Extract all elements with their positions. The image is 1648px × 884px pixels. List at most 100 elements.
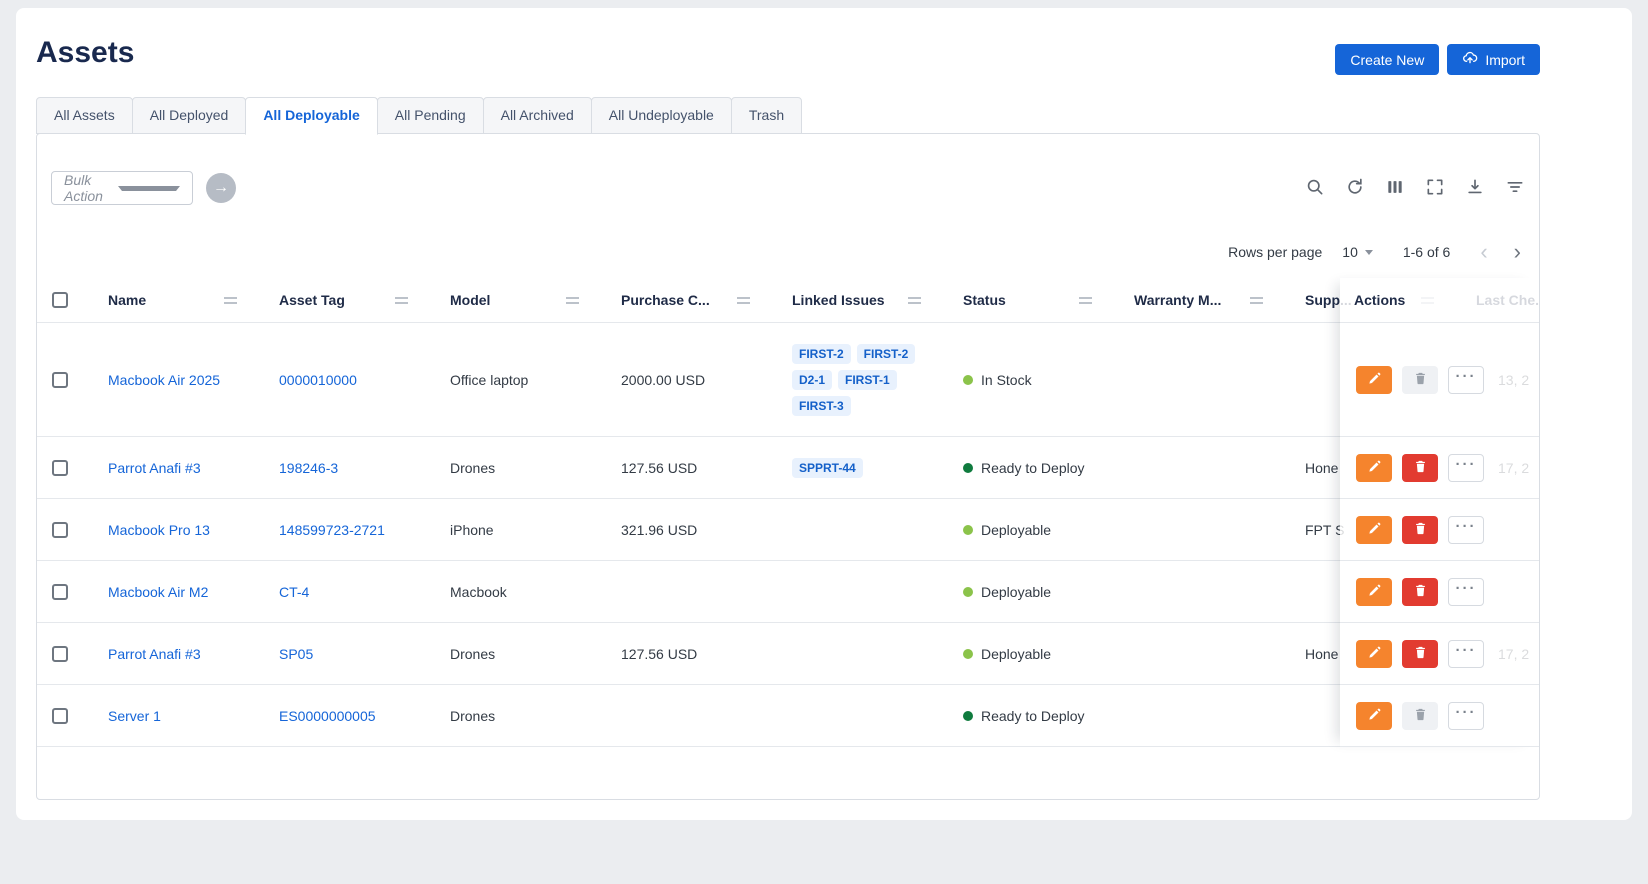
- issue-badge[interactable]: FIRST-1: [838, 370, 897, 390]
- asset-name-link[interactable]: Macbook Air 2025: [108, 372, 220, 388]
- edit-button[interactable]: [1356, 516, 1392, 544]
- column-drag-handle-icon[interactable]: [224, 297, 237, 304]
- issue-badge[interactable]: D2-1: [792, 370, 832, 390]
- row-checkbox[interactable]: [52, 584, 68, 600]
- delete-button[interactable]: [1402, 578, 1438, 606]
- trash-icon: [1413, 707, 1428, 725]
- column-drag-handle-icon[interactable]: [1079, 297, 1092, 304]
- status-dot-icon: [963, 711, 973, 721]
- delete-button[interactable]: [1402, 366, 1438, 394]
- column-drag-handle-icon[interactable]: [1250, 297, 1263, 304]
- delete-button[interactable]: [1402, 454, 1438, 482]
- tab-all-deployable[interactable]: All Deployable: [245, 97, 377, 135]
- download-icon: [1465, 177, 1485, 200]
- edit-button[interactable]: [1356, 578, 1392, 606]
- column-header-asset-tag: Asset Tag: [279, 292, 345, 308]
- status-label: Ready to Deploy: [981, 708, 1085, 724]
- bulk-action-select[interactable]: Bulk Action: [51, 171, 193, 205]
- asset-name-link[interactable]: Parrot Anafi #3: [108, 646, 201, 662]
- pencil-icon: [1367, 521, 1382, 539]
- pencil-icon: [1367, 707, 1382, 725]
- row-checkbox[interactable]: [52, 460, 68, 476]
- issue-badge[interactable]: FIRST-3: [792, 396, 851, 416]
- more-actions-button[interactable]: ···: [1448, 516, 1484, 544]
- asset-tag-link[interactable]: 148599723-2721: [279, 522, 385, 538]
- pencil-icon: [1367, 645, 1382, 663]
- columns-button[interactable]: [1383, 176, 1407, 200]
- import-button[interactable]: Import: [1447, 44, 1540, 75]
- linked-issues-cell: SPPRT-44: [792, 458, 949, 478]
- more-actions-button[interactable]: ···: [1448, 702, 1484, 730]
- trash-icon: [1413, 371, 1428, 389]
- column-drag-handle-icon[interactable]: [908, 297, 921, 304]
- table-header-row: Name Asset Tag Model Purchase C... Linke…: [37, 278, 1539, 323]
- column-drag-handle-icon[interactable]: [395, 297, 408, 304]
- column-drag-handle-icon[interactable]: [566, 297, 579, 304]
- assets-page-card: Assets Create New Import All Assets All …: [16, 8, 1632, 820]
- status-dot-icon: [963, 525, 973, 535]
- issue-badge[interactable]: FIRST-2: [857, 344, 916, 364]
- issue-badge[interactable]: SPPRT-44: [792, 458, 863, 478]
- tab-all-assets[interactable]: All Assets: [36, 97, 133, 134]
- next-page-button[interactable]: ›: [1508, 242, 1527, 262]
- asset-tag-link[interactable]: 0000010000: [279, 372, 357, 388]
- pagination: Rows per page 10 1-6 of 6 ‹ ›: [1228, 242, 1527, 262]
- rows-per-page-label: Rows per page: [1228, 244, 1322, 260]
- actions-row: ···: [1340, 323, 1539, 437]
- asset-name-link[interactable]: Macbook Air M2: [108, 584, 208, 600]
- delete-button[interactable]: [1402, 702, 1438, 730]
- delete-button[interactable]: [1402, 516, 1438, 544]
- more-actions-button[interactable]: ···: [1448, 454, 1484, 482]
- row-checkbox[interactable]: [52, 372, 68, 388]
- column-drag-handle-icon[interactable]: [737, 297, 750, 304]
- status-label: Deployable: [981, 646, 1051, 662]
- filter-button[interactable]: [1503, 176, 1527, 200]
- more-actions-button[interactable]: ···: [1448, 640, 1484, 668]
- row-checkbox[interactable]: [52, 522, 68, 538]
- delete-button[interactable]: [1402, 640, 1438, 668]
- row-checkbox[interactable]: [52, 708, 68, 724]
- asset-tag-link[interactable]: SP05: [279, 646, 313, 662]
- trash-icon: [1413, 459, 1428, 477]
- asset-tag-link[interactable]: ES0000000005: [279, 708, 376, 724]
- purchase-cost-cell: 321.96 USD: [621, 522, 792, 538]
- create-new-button[interactable]: Create New: [1335, 44, 1439, 75]
- issue-badge[interactable]: FIRST-2: [792, 344, 851, 364]
- download-button[interactable]: [1463, 176, 1487, 200]
- asset-name-link[interactable]: Parrot Anafi #3: [108, 460, 201, 476]
- tab-all-archived[interactable]: All Archived: [483, 97, 592, 134]
- bulk-action-go-button[interactable]: →: [206, 173, 236, 203]
- edit-button[interactable]: [1356, 454, 1392, 482]
- asset-name-link[interactable]: Macbook Pro 13: [108, 522, 210, 538]
- refresh-button[interactable]: [1343, 176, 1367, 200]
- more-actions-button[interactable]: ···: [1448, 366, 1484, 394]
- fullscreen-button[interactable]: [1423, 176, 1447, 200]
- rows-per-page-select[interactable]: 10: [1336, 244, 1379, 260]
- asset-tag-link[interactable]: CT-4: [279, 584, 309, 600]
- purchase-cost-cell: 2000.00 USD: [621, 372, 792, 388]
- ellipsis-icon: ···: [1456, 522, 1477, 532]
- trash-icon: [1413, 583, 1428, 601]
- model-cell: Drones: [450, 708, 621, 724]
- search-button[interactable]: [1303, 176, 1327, 200]
- asset-name-link[interactable]: Server 1: [108, 708, 161, 724]
- edit-button[interactable]: [1356, 366, 1392, 394]
- ellipsis-icon: ···: [1456, 584, 1477, 594]
- create-new-label: Create New: [1350, 52, 1424, 68]
- tab-trash[interactable]: Trash: [731, 97, 802, 134]
- status-dot-icon: [963, 463, 973, 473]
- edit-button[interactable]: [1356, 702, 1392, 730]
- actions-row: ···: [1340, 499, 1539, 561]
- more-actions-button[interactable]: ···: [1448, 578, 1484, 606]
- status-cell: Deployable: [963, 522, 1120, 538]
- row-checkbox[interactable]: [52, 646, 68, 662]
- tab-all-undeployable[interactable]: All Undeployable: [591, 97, 732, 134]
- actions-row: ···: [1340, 437, 1539, 499]
- select-all-checkbox[interactable]: [52, 292, 68, 308]
- asset-tag-link[interactable]: 198246-3: [279, 460, 338, 476]
- tab-all-pending[interactable]: All Pending: [377, 97, 484, 134]
- tab-all-deployed[interactable]: All Deployed: [132, 97, 247, 134]
- refresh-icon: [1345, 177, 1365, 200]
- previous-page-button[interactable]: ‹: [1474, 242, 1493, 262]
- edit-button[interactable]: [1356, 640, 1392, 668]
